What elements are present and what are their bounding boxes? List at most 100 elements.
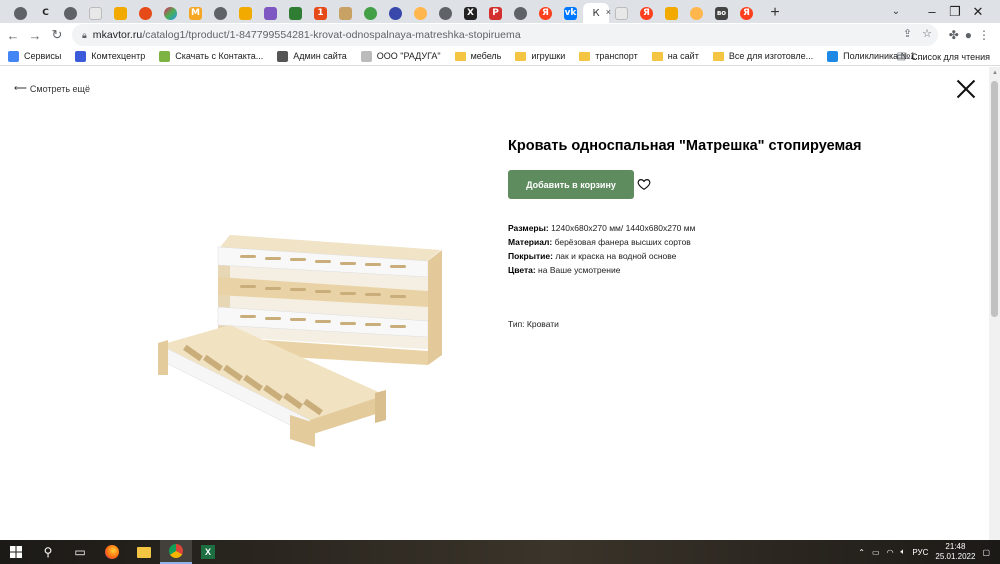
tab[interactable]	[83, 3, 108, 23]
apps-grid-icon	[8, 50, 19, 62]
taskbar-explorer[interactable]	[128, 540, 160, 564]
chrome-icon	[277, 50, 289, 62]
tab[interactable]: M	[183, 3, 208, 23]
back-link[interactable]: ⟵ Смотреть ещё	[14, 83, 90, 94]
bookmark-item[interactable]: мебель	[454, 51, 501, 61]
profile-icon[interactable]: ●	[965, 28, 972, 42]
folder-icon	[454, 51, 466, 61]
prop-row-size: Размеры: 1240х680х270 мм/ 1440х680х270 м…	[508, 221, 695, 235]
tab[interactable]	[433, 3, 458, 23]
share-icon[interactable]: ⇪	[903, 27, 912, 40]
clock[interactable]: 21:48 25.01.2022	[935, 542, 975, 562]
bookmark-item[interactable]: Сервисы	[8, 50, 61, 62]
taskbar-excel[interactable]: X	[192, 540, 224, 564]
tab[interactable]: X	[458, 3, 483, 23]
prop-row-coating: Покрытие: лак и краска на водной основе	[508, 249, 695, 263]
scroll-up-icon[interactable]: ▲	[992, 70, 998, 76]
tab[interactable]: 1	[308, 3, 333, 23]
product-image[interactable]	[150, 225, 450, 455]
search-button[interactable]: ⚲	[32, 540, 64, 564]
tab[interactable]: C	[33, 3, 58, 23]
tab[interactable]: Я	[533, 3, 558, 23]
folder-icon	[712, 51, 724, 61]
figure-icon	[339, 6, 352, 20]
notifications-icon[interactable]: ▢	[982, 548, 990, 557]
extensions-icon[interactable]: ✤	[949, 28, 959, 42]
taskbar-firefox[interactable]	[96, 540, 128, 564]
bookmark-item[interactable]: Все для изготовле...	[712, 51, 813, 61]
tab[interactable]	[383, 3, 408, 23]
c-logo-icon: C	[42, 8, 49, 18]
tab[interactable]	[684, 3, 709, 23]
tab[interactable]	[158, 3, 183, 23]
task-view-icon: ▭	[74, 545, 86, 559]
yandex-icon: Я	[740, 6, 753, 20]
address-bar[interactable]: 🔒︎ mkavtor.ru/catalog1/tproduct/1-847799…	[72, 24, 938, 46]
tab[interactable]	[408, 3, 433, 23]
tab[interactable]	[508, 3, 533, 23]
task-view-button[interactable]: ▭	[64, 540, 96, 564]
prop-row-material: Материал: берёзовая фанера высших сортов	[508, 235, 695, 249]
taskbar-chrome[interactable]	[160, 540, 192, 564]
tab[interactable]	[8, 3, 33, 23]
page-icon	[615, 6, 628, 20]
reload-icon[interactable]: ↻	[46, 24, 68, 46]
clock-time: 21:48	[945, 542, 966, 551]
close-popup-button[interactable]	[956, 79, 976, 99]
product-title: Кровать односпальная "Матрешка" стопируе…	[508, 138, 862, 154]
send-icon	[827, 50, 839, 62]
yandex-icon: Я	[539, 6, 552, 20]
tab[interactable]	[133, 3, 158, 23]
tab[interactable]	[283, 3, 308, 23]
start-button[interactable]	[0, 540, 32, 564]
tab[interactable]	[609, 3, 634, 23]
close-window-button[interactable]: ✕	[955, 0, 1000, 23]
chevron-up-icon[interactable]: ⌃	[858, 548, 865, 557]
url-text[interactable]: mkavtor.ru/catalog1/tproduct/1-847799554…	[93, 29, 521, 41]
tab[interactable]: vk	[558, 3, 583, 23]
tab[interactable]: во	[709, 3, 734, 23]
back-icon[interactable]: ←	[2, 24, 24, 46]
page-scrollbar[interactable]: ▲	[989, 67, 1000, 540]
bo-logo-icon: во	[715, 6, 728, 20]
tab[interactable]	[358, 3, 383, 23]
menu-icon[interactable]: ⋮	[978, 28, 990, 42]
page-icon	[89, 6, 102, 20]
tab[interactable]: Я	[734, 3, 759, 23]
clock-date: 25.01.2022	[935, 552, 976, 561]
heart-icon[interactable]	[637, 177, 651, 191]
tab[interactable]	[258, 3, 283, 23]
chrome-icon	[514, 6, 527, 20]
volume-icon[interactable]: 🔈︎	[901, 547, 906, 557]
tab-active[interactable]: К ×	[583, 3, 611, 23]
bookmark-item[interactable]: транспорт	[579, 51, 638, 61]
tab[interactable]: P	[483, 3, 508, 23]
tab[interactable]: Я	[634, 3, 659, 23]
tab[interactable]	[659, 3, 684, 23]
tab[interactable]	[58, 3, 83, 23]
bookmark-label: игрушки	[531, 51, 566, 61]
wifi-icon[interactable]: ◠	[887, 548, 894, 557]
language-indicator[interactable]: РУС	[912, 548, 928, 557]
network-icon[interactable]: ▭	[872, 548, 880, 557]
tab-search-icon[interactable]: ⌄	[888, 3, 904, 19]
bookmark-item[interactable]: Админ сайта	[277, 50, 347, 62]
tab[interactable]	[208, 3, 233, 23]
bookmark-item[interactable]: ООО "РАДУГА"	[360, 50, 441, 62]
reading-list-button[interactable]: ▤ Список для чтения	[897, 47, 990, 66]
bookmark-item[interactable]: на сайт	[651, 51, 699, 61]
new-tab-button[interactable]: +	[765, 3, 785, 23]
tab[interactable]	[108, 3, 133, 23]
bookmark-item[interactable]: Скачать с Контакта...	[159, 50, 263, 62]
add-to-cart-button[interactable]: Добавить в корзину	[508, 170, 634, 199]
bookmark-star-icon[interactable]: ☆	[922, 27, 932, 40]
tab[interactable]	[333, 3, 358, 23]
system-tray: ⌃ ▭ ◠ 🔈︎ РУС 21:48 25.01.2022 ▢	[858, 540, 990, 564]
bookmark-item[interactable]: Комтехцентр	[75, 50, 145, 62]
bookmark-item[interactable]: игрушки	[515, 51, 565, 61]
tab[interactable]	[233, 3, 258, 23]
scrollbar-thumb[interactable]	[991, 81, 998, 317]
yandex-icon: Я	[640, 6, 653, 20]
forward-icon[interactable]: →	[24, 24, 46, 46]
prop-key: Цвета:	[508, 265, 536, 275]
